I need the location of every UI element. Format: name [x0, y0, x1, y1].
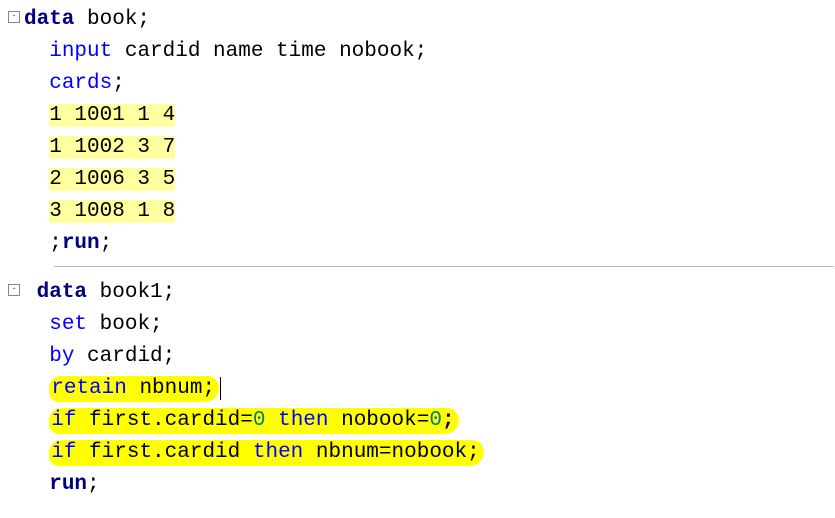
code-line: ;run; — [8, 228, 835, 260]
number-zero: 0 — [253, 409, 266, 432]
code-text: book1; — [87, 281, 175, 304]
code-line: retain nbnum; — [8, 373, 835, 405]
keyword-set: set — [49, 313, 87, 336]
code-line: -data book; — [8, 4, 835, 36]
code-line: input cardid name time nobook; — [8, 36, 835, 68]
code-line: if first.cardid then nbnum=nobook; — [8, 437, 835, 469]
code-text: first.cardid= — [76, 409, 252, 432]
fold-toggle-icon[interactable]: - — [8, 11, 20, 23]
code-line: by cardid; — [8, 341, 835, 373]
code-line: 2 1006 3 5 — [8, 164, 835, 196]
text-cursor — [220, 377, 221, 400]
block-separator — [54, 266, 834, 267]
code-text: cardid; — [74, 345, 175, 368]
data-row: 2 1006 3 5 — [49, 168, 175, 191]
code-line: 3 1008 1 8 — [8, 196, 835, 228]
code-text: cardid name time nobook; — [112, 40, 427, 63]
code-text: book; — [74, 8, 150, 31]
semicolon: ; — [100, 232, 113, 255]
semicolon: ; — [49, 232, 62, 255]
number-zero: 0 — [429, 409, 442, 432]
code-editor[interactable]: -data book; input cardid name time noboo… — [0, 0, 835, 501]
keyword-data: data — [37, 281, 87, 304]
keyword-then: then — [253, 441, 303, 464]
keyword-then: then — [265, 409, 328, 432]
code-line: 1 1001 1 4 — [8, 100, 835, 132]
code-text: book; — [87, 313, 163, 336]
semicolon: ; — [112, 72, 125, 95]
fold-toggle-icon[interactable]: - — [8, 284, 20, 296]
code-line: cards; — [8, 68, 835, 100]
code-line: 1 1002 3 7 — [8, 132, 835, 164]
keyword-data: data — [24, 8, 74, 31]
code-text: first.cardid — [76, 441, 252, 464]
code-line: set book; — [8, 309, 835, 341]
highlight: retain nbnum; — [49, 376, 219, 402]
code-text: nbnum; — [127, 377, 215, 400]
highlight: if first.cardid then nbnum=nobook; — [49, 440, 484, 466]
keyword-input: input — [49, 40, 112, 63]
data-row: 1 1001 1 4 — [49, 104, 175, 127]
data-row: 1 1002 3 7 — [49, 136, 175, 159]
keyword-run: run — [62, 232, 100, 255]
keyword-if: if — [51, 409, 76, 432]
keyword-by: by — [49, 345, 74, 368]
highlight: if first.cardid=0 then nobook=0; — [49, 408, 458, 434]
code-line: - data book1; — [8, 277, 835, 309]
code-line: run; — [8, 469, 835, 501]
data-row: 3 1008 1 8 — [49, 200, 175, 223]
semicolon: ; — [442, 409, 455, 432]
keyword-run: run — [49, 473, 87, 496]
code-line: if first.cardid=0 then nobook=0; — [8, 405, 835, 437]
code-text: nobook= — [329, 409, 430, 432]
code-text: nbnum=nobook; — [303, 441, 479, 464]
semicolon: ; — [87, 473, 100, 496]
keyword-retain: retain — [51, 377, 127, 400]
keyword-cards: cards — [49, 72, 112, 95]
keyword-if: if — [51, 441, 76, 464]
